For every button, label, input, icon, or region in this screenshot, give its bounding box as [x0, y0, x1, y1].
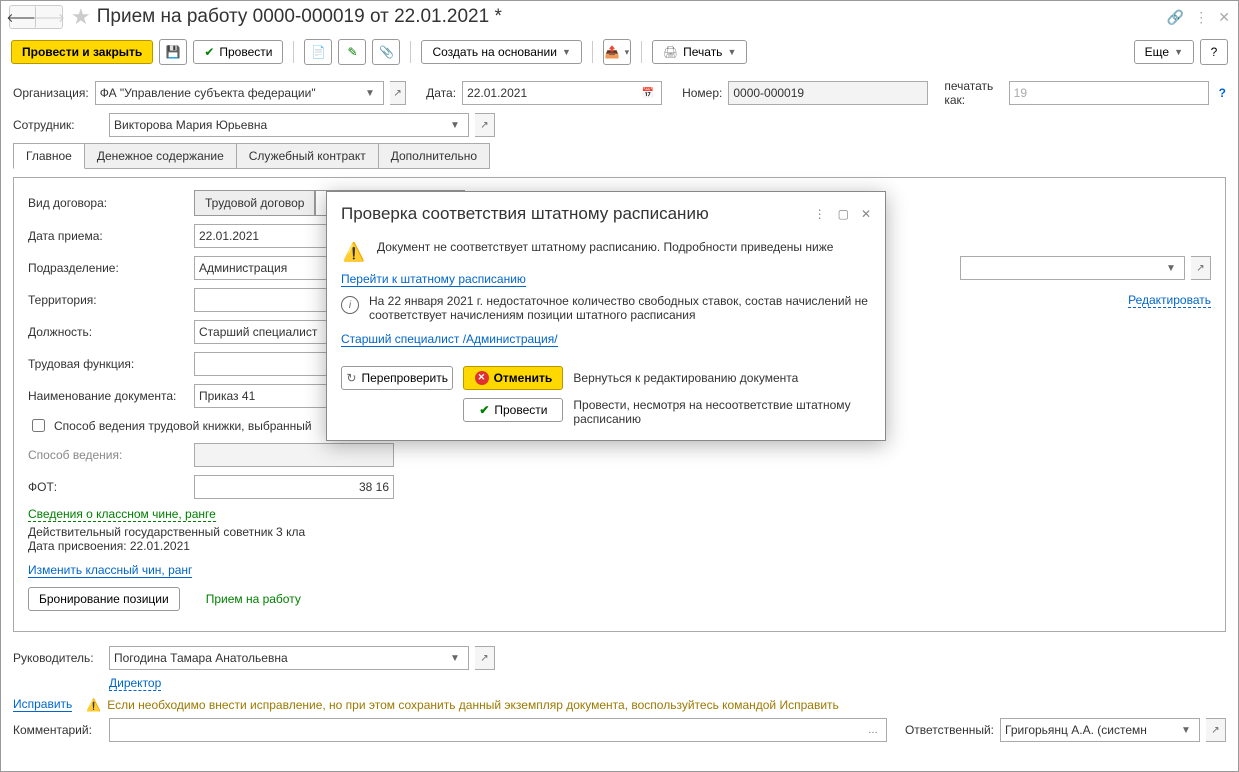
expand-icon[interactable]: ↗ [1191, 256, 1211, 280]
head-field[interactable]: Погодина Тамара Анатольевна ▼ [109, 646, 469, 670]
contract-type-label: Вид договора: [28, 196, 188, 210]
dialog-max-icon[interactable]: ▢ [838, 207, 849, 221]
chevron-down-icon[interactable]: ▼ [361, 88, 379, 99]
chevron-down-icon[interactable]: ▼ [1162, 263, 1180, 274]
position-link[interactable]: Старший специалист /Администрация/ [341, 332, 558, 347]
doc-name-label: Наименование документа: [28, 389, 188, 403]
chevron-down-icon[interactable]: ▼ [446, 120, 464, 131]
pen-icon-button[interactable]: ✎ [338, 39, 366, 65]
print-as-label: печатать как: [944, 79, 1002, 107]
rank-text: Действительный государственный советник … [28, 525, 1211, 539]
head-post-link[interactable]: Директор [109, 676, 161, 691]
tab-main[interactable]: Главное [13, 143, 85, 169]
favorite-icon[interactable]: ★ [71, 4, 91, 30]
help-button[interactable]: ? [1200, 39, 1228, 65]
post-close-button[interactable]: Провести и закрыть [11, 40, 153, 64]
check-dialog: Проверка соответствия штатному расписани… [326, 191, 886, 441]
post-button[interactable]: ✔Провести [193, 40, 283, 64]
dialog-title: Проверка соответствия штатному расписани… [341, 204, 814, 224]
check-icon: ✔ [479, 403, 489, 417]
calendar-icon[interactable]: 📅 [639, 88, 657, 99]
red-x-icon [475, 371, 489, 385]
goto-schedule-link[interactable]: Перейти к штатному расписанию [341, 272, 526, 287]
post-desc: Провести, несмотря на несоответствие шта… [573, 398, 871, 426]
expand-icon[interactable]: ↗ [475, 113, 495, 137]
doc-icon-button[interactable]: 📄 [304, 39, 332, 65]
post-anyway-button[interactable]: ✔Провести [463, 398, 563, 422]
info-icon: i [341, 296, 359, 314]
dialog-close-icon[interactable]: ✕ [861, 207, 871, 221]
division-ext[interactable]: ▼ [960, 256, 1185, 280]
cancel-button[interactable]: Отменить [463, 366, 563, 390]
func-label: Трудовая функция: [28, 357, 188, 371]
territory-label: Территория: [28, 293, 188, 307]
expand-icon[interactable]: ↗ [390, 81, 406, 105]
resp-label: Ответственный: [905, 723, 994, 737]
help-icon[interactable]: ? [1219, 86, 1226, 100]
more-button[interactable]: Еще ▼ [1134, 40, 1194, 64]
bron-button[interactable]: Бронирование позиции [28, 587, 180, 611]
dialog-menu-icon[interactable]: ⋮ [814, 207, 826, 221]
rank-header[interactable]: Сведения о классном чине, ранге [28, 507, 216, 522]
position-label: Должность: [28, 325, 188, 339]
comment-field[interactable]: … [109, 718, 887, 742]
ellipsis-icon[interactable]: … [864, 725, 882, 736]
export-button[interactable]: 📤▾ [603, 39, 631, 65]
fix-link[interactable]: Исправить [13, 697, 72, 712]
recheck-button[interactable]: ↻Перепроверить [341, 366, 453, 390]
num-field: 0000-000019 [728, 81, 928, 105]
info-text: На 22 января 2021 г. недостаточное колич… [369, 294, 871, 322]
create-basis-button[interactable]: Создать на основании ▼ [421, 40, 581, 64]
window-title: Прием на работу 0000-000019 от 22.01.202… [97, 6, 502, 28]
emp-field[interactable]: Викторова Мария Юрьевна ▼ [109, 113, 469, 137]
chevron-down-icon[interactable]: ▼ [1177, 725, 1195, 736]
close-icon[interactable]: ✕ [1218, 9, 1230, 26]
print-button[interactable]: 🖨Печать ▼ [652, 40, 747, 64]
link-icon[interactable]: 🔗 [1167, 9, 1184, 26]
cancel-desc: Вернуться к редактированию документа [573, 371, 871, 385]
chevron-down-icon[interactable]: ▼ [446, 653, 464, 664]
change-rank-link[interactable]: Изменить классный чин, ранг [28, 563, 192, 578]
tab-money[interactable]: Денежное содержание [84, 143, 237, 169]
rank-date: Дата присвоения: 22.01.2021 [28, 539, 1211, 553]
resp-field[interactable]: Григорьянц А.А. (системн ▼ [1000, 718, 1200, 742]
expand-icon[interactable]: ↗ [1206, 718, 1226, 742]
print-as-field[interactable]: 19 [1009, 81, 1209, 105]
workbook-checkbox[interactable] [32, 419, 45, 432]
comment-label: Комментарий: [13, 723, 103, 737]
method-field [194, 443, 394, 467]
warn-text: Документ не соответствует штатному распи… [377, 240, 833, 254]
accept-string: Прием на работу [206, 592, 301, 606]
division-label: Подразделение: [28, 261, 188, 275]
method-label: Способ ведения: [28, 448, 188, 462]
fix-text: Если необходимо внести исправление, но п… [107, 698, 839, 712]
tab-contract[interactable]: Служебный контракт [236, 143, 379, 169]
forward-button[interactable]: 🡒 [36, 6, 62, 28]
org-label: Организация: [13, 86, 89, 100]
tab-extra[interactable]: Дополнительно [378, 143, 490, 169]
fot-label: ФОТ: [28, 480, 188, 494]
warning-icon: ⚠️ [341, 240, 367, 264]
save-button[interactable]: 💾 [159, 39, 187, 65]
emp-label: Сотрудник: [13, 118, 103, 132]
contract-type-employment[interactable]: Трудовой договор [194, 190, 315, 216]
org-field[interactable]: ФА "Управление субъекта федерации" ▼ [95, 81, 384, 105]
workbook-label: Способ ведения трудовой книжки, выбранны… [54, 419, 312, 433]
menu-icon[interactable]: ⋮ [1194, 9, 1208, 26]
expand-icon[interactable]: ↗ [475, 646, 495, 670]
edit-link[interactable]: Редактировать [1128, 293, 1211, 308]
accept-date-label: Дата приема: [28, 229, 188, 243]
warn-icon: ⚠️ [86, 698, 101, 712]
date-field[interactable]: 22.01.2021 📅 [462, 81, 662, 105]
fot-field[interactable]: 38 16 [194, 475, 394, 499]
date-label: Дата: [426, 86, 456, 100]
attach-button[interactable]: 📎 [372, 39, 400, 65]
head-label: Руководитель: [13, 651, 103, 665]
num-label: Номер: [682, 86, 722, 100]
